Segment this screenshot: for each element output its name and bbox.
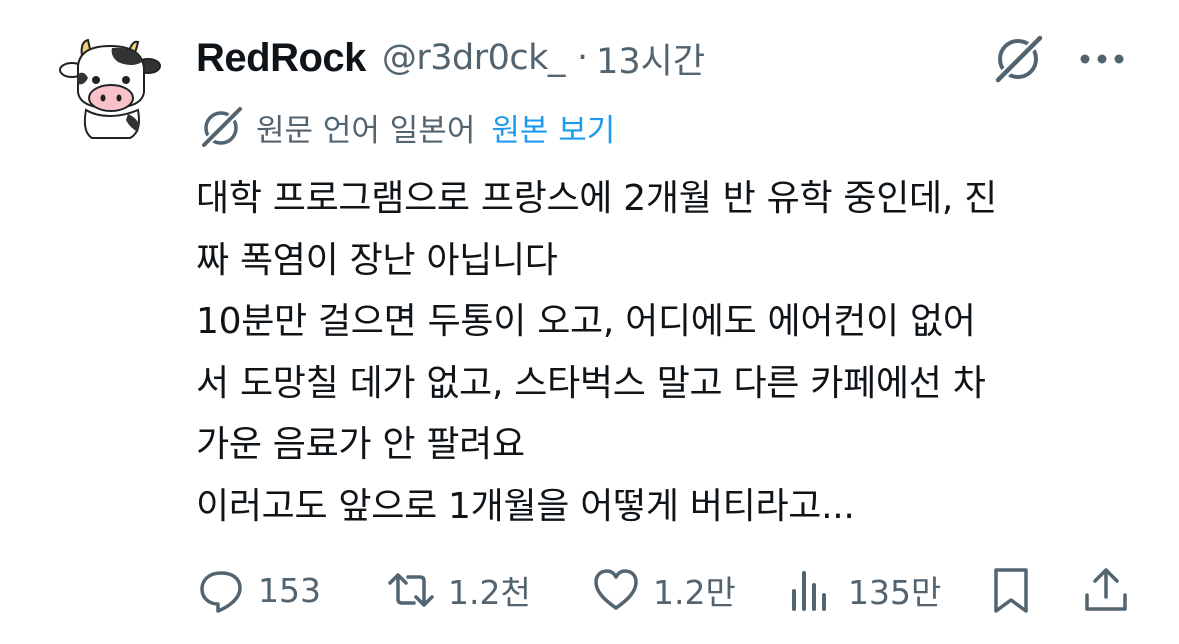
- reply-count: 153: [258, 570, 321, 610]
- display-name[interactable]: RedRock: [196, 36, 366, 81]
- tweet-text: 대학 프로그램으로 프랑스에 2개월 반 유학 중인데, 진 짜 폭염이 장난 …: [196, 178, 997, 527]
- like-count: 1.2만: [653, 573, 736, 612]
- grok-icon: [991, 33, 1045, 87]
- reply-icon: [200, 571, 242, 613]
- like-icon: [594, 569, 638, 610]
- views-button[interactable]: 135만: [786, 560, 941, 620]
- avatar[interactable]: [52, 28, 168, 144]
- share-icon: [1085, 568, 1127, 611]
- tweet-header: RedRock @r3dr0ck_ · 13시간: [196, 30, 705, 86]
- user-handle[interactable]: @r3dr0ck_: [382, 38, 566, 78]
- separator-dot: ·: [576, 38, 589, 78]
- cow-avatar-icon: [52, 28, 168, 144]
- timestamp[interactable]: 13시간: [596, 33, 705, 84]
- action-bar: 153 1.2천 1.2만 135만: [196, 560, 1136, 620]
- bookmark-button[interactable]: [986, 560, 1036, 620]
- retweet-button[interactable]: 1.2천: [386, 560, 531, 620]
- views-count: 135만: [848, 573, 942, 612]
- retweet-count: 1.2천: [448, 573, 531, 612]
- translate-icon: [198, 105, 244, 149]
- translation-bar: 원문 언어 일본어 원본 보기: [196, 104, 615, 150]
- like-button[interactable]: 1.2만: [591, 560, 736, 620]
- reply-button[interactable]: 153: [196, 560, 321, 620]
- retweet-icon: [388, 573, 434, 607]
- share-button[interactable]: [1081, 560, 1131, 620]
- more-icon: [1080, 54, 1124, 64]
- view-original-link[interactable]: 원본 보기: [491, 105, 615, 150]
- bookmark-icon: [994, 568, 1028, 613]
- original-language-label: 원문 언어 일본어: [256, 112, 476, 149]
- views-icon: [792, 571, 826, 611]
- more-button[interactable]: [1072, 32, 1132, 84]
- grok-button[interactable]: [990, 32, 1048, 87]
